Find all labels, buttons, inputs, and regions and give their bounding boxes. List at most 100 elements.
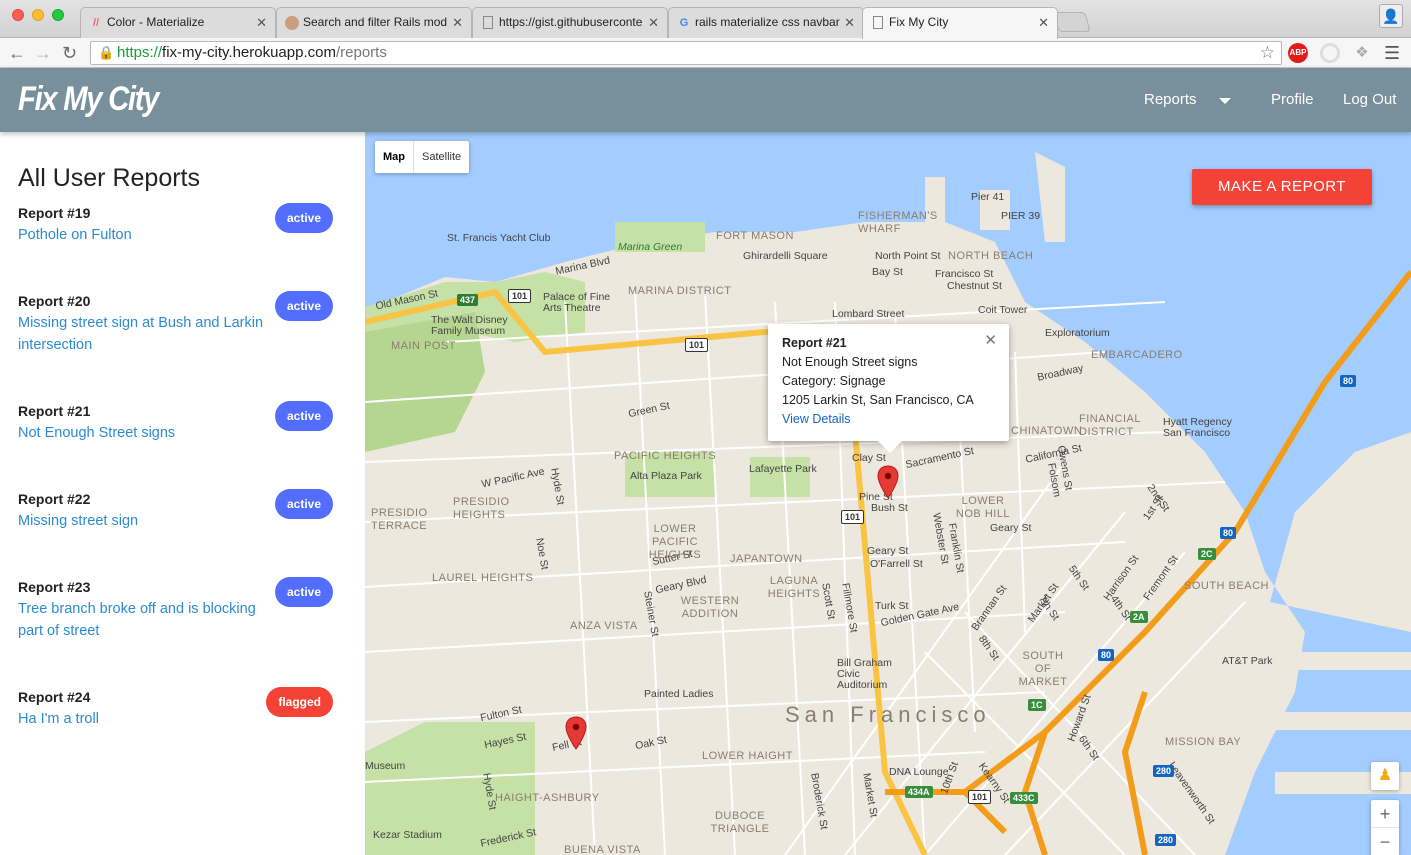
- nav-profile-link[interactable]: Profile: [1271, 91, 1314, 108]
- browser-tab-bar: // Color - Materialize ✕ Search and filt…: [0, 0, 1411, 39]
- district-label: LOWER NOB HILL: [955, 495, 1011, 520]
- district-label: PRESIDIO TERRACE: [371, 507, 428, 532]
- map-label: AT&T Park: [1222, 655, 1273, 667]
- map-label: Turk St: [875, 600, 909, 612]
- maximize-window-button[interactable]: [52, 9, 64, 21]
- district-label: PACIFIC HEIGHTS: [614, 450, 717, 462]
- extension-ring-icon[interactable]: [1320, 43, 1340, 63]
- close-window-button[interactable]: [12, 9, 24, 21]
- browser-tab[interactable]: G rails materialize css navbar ✕: [668, 7, 864, 38]
- map-label: Lombard Street: [832, 308, 905, 320]
- caret-down-icon[interactable]: [1219, 98, 1231, 104]
- brand-logo[interactable]: Fix My City: [18, 80, 159, 119]
- district-label: SOUTH BEACH: [1184, 580, 1269, 592]
- map-label: Palace of Fine Arts Theatre: [543, 291, 611, 314]
- report-item: Report #19 Pothole on Fulton active: [18, 203, 348, 246]
- district-label: LOWER PACIFIC HEIGHTS: [648, 523, 702, 561]
- map-label: North Point St: [875, 250, 941, 262]
- report-item: Report #24 Ha I'm a troll flagged: [18, 687, 348, 730]
- district-label: ANZA VISTA: [570, 620, 638, 632]
- nav-logout-link[interactable]: Log Out: [1343, 91, 1396, 108]
- status-badge: flagged: [266, 687, 333, 717]
- map-label: The Walt Disney Family Museum: [431, 314, 508, 337]
- district-label: LOWER HAIGHT: [702, 750, 793, 762]
- url-scheme: https://: [117, 44, 163, 61]
- map-label: Geary St: [990, 522, 1032, 534]
- district-label: MARINA DISTRICT: [628, 285, 732, 297]
- close-tab-icon[interactable]: ✕: [648, 15, 659, 31]
- close-info-window-icon[interactable]: ✕: [984, 331, 997, 350]
- report-link[interactable]: Tree branch broke off and is blocking pa…: [18, 598, 280, 642]
- document-icon: [873, 16, 883, 29]
- new-tab-button[interactable]: [1053, 12, 1091, 32]
- browser-tab[interactable]: https://gist.githubuserconte ✕: [472, 7, 668, 38]
- close-tab-icon[interactable]: ✕: [256, 15, 267, 31]
- highway-shield: 434A: [905, 786, 933, 798]
- user-profile-icon[interactable]: 👤: [1379, 4, 1403, 28]
- highway-shield: 280: [1155, 834, 1177, 846]
- document-icon: [483, 16, 493, 29]
- app-navbar: Fix My City Reports Profile Log Out: [0, 68, 1411, 132]
- map-type-map-button[interactable]: Map: [375, 141, 414, 173]
- zoom-out-button[interactable]: −: [1371, 828, 1399, 855]
- map-label: Pier 41: [971, 191, 1005, 203]
- nav-reports-link[interactable]: Reports: [1144, 91, 1197, 108]
- bookmark-star-icon[interactable]: ☆: [1260, 42, 1275, 64]
- dropbox-icon[interactable]: ❖: [1352, 43, 1372, 63]
- district-label: WESTERN ADDITION: [680, 595, 740, 620]
- browser-tab[interactable]: Search and filter Rails mod ✕: [276, 7, 472, 38]
- info-window-title: Report #21: [782, 336, 847, 350]
- close-tab-icon[interactable]: ✕: [452, 15, 463, 31]
- hamburger-menu-icon[interactable]: ☰: [1384, 43, 1400, 64]
- report-link[interactable]: Missing street sign at Bush and Larkin i…: [18, 312, 280, 356]
- map-label: Marina Green: [618, 241, 683, 253]
- map-type-control: Map Satellite: [375, 141, 470, 173]
- report-link[interactable]: Pothole on Fulton: [18, 224, 280, 246]
- highway-shield: 80: [1340, 375, 1357, 387]
- map-label: PIER 39: [1001, 210, 1041, 222]
- highway-shield: 80: [1220, 527, 1237, 539]
- map-canvas[interactable]: Pier 41 PIER 39 St. Francis Yacht Club M…: [365, 132, 1411, 855]
- browser-tab[interactable]: // Color - Materialize ✕: [80, 7, 276, 38]
- map-label: DNA Lounge: [889, 766, 949, 778]
- highway-shield: 2A: [1130, 611, 1148, 623]
- district-label: FISHERMAN'S WHARF: [858, 210, 938, 235]
- map-pin-icon[interactable]: [565, 716, 587, 750]
- reload-icon[interactable]: ↻: [62, 41, 77, 65]
- report-link[interactable]: Missing street sign: [18, 510, 280, 532]
- map-type-satellite-button[interactable]: Satellite: [414, 141, 469, 173]
- browser-tab-active[interactable]: Fix My City ✕: [862, 7, 1058, 39]
- info-window-address: 1205 Larkin St, San Francisco, CA: [782, 393, 974, 407]
- district-label: PRESIDIO HEIGHTS: [453, 496, 510, 521]
- map-label: Bay St: [872, 266, 903, 278]
- info-window-description: Not Enough Street signs: [782, 355, 918, 369]
- report-link[interactable]: Ha I'm a troll: [18, 708, 280, 730]
- highway-shield: 101: [968, 790, 992, 804]
- district-label: MISSION BAY: [1165, 736, 1242, 748]
- map-label: Clay St: [852, 452, 886, 464]
- minimize-window-button[interactable]: [32, 9, 44, 21]
- map-label: Chestnut St: [947, 280, 1002, 292]
- city-label: San Francisco: [785, 702, 991, 727]
- make-report-button[interactable]: MAKE A REPORT: [1192, 169, 1372, 205]
- district-label: FORT MASON: [716, 230, 794, 242]
- map-pin-icon[interactable]: [877, 465, 899, 499]
- zoom-in-button[interactable]: +: [1371, 800, 1399, 828]
- map-label: O'Farrell St: [870, 558, 923, 570]
- district-label: JAPANTOWN: [730, 553, 803, 565]
- adblock-plus-icon[interactable]: ABP: [1288, 43, 1308, 63]
- view-details-link[interactable]: View Details: [782, 410, 995, 429]
- close-tab-icon[interactable]: ✕: [844, 15, 855, 31]
- street-view-pegman-icon[interactable]: ♟: [1371, 762, 1399, 790]
- highway-shield: 280: [1153, 765, 1175, 777]
- back-arrow-icon[interactable]: ←: [8, 41, 26, 65]
- district-label: HAIGHT-ASHBURY: [495, 792, 600, 804]
- close-tab-icon[interactable]: ✕: [1038, 15, 1049, 31]
- address-bar[interactable]: 🔒 https://fix-my-city.herokuapp.com/repo…: [90, 41, 1282, 65]
- district-label: LAGUNA HEIGHTS: [767, 575, 821, 600]
- forward-arrow-icon[interactable]: →: [34, 41, 52, 65]
- highway-shield: 433C: [1010, 792, 1038, 804]
- district-label: MAIN POST: [391, 340, 457, 352]
- highway-shield: 437: [457, 294, 479, 306]
- report-link[interactable]: Not Enough Street signs: [18, 422, 280, 444]
